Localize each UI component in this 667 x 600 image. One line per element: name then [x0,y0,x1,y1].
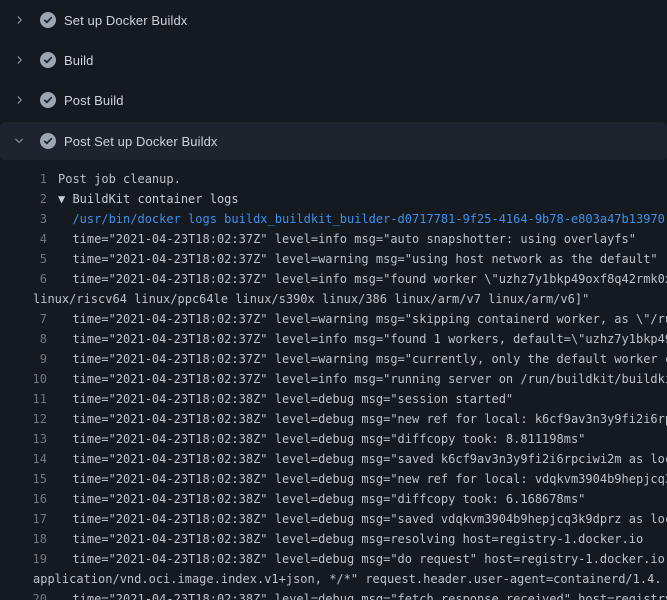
log-line: 16 time="2021-04-23T18:02:38Z" level=deb… [0,489,667,509]
log-line-text: time="2021-04-23T18:02:38Z" level=debug … [58,469,667,489]
log-line-text: time="2021-04-23T18:02:38Z" level=debug … [58,529,643,549]
log-line-text: time="2021-04-23T18:02:38Z" level=debug … [58,429,585,449]
log-line-number[interactable]: 3 [0,209,47,229]
check-circle-icon [40,92,56,108]
log-line: 12 time="2021-04-23T18:02:38Z" level=deb… [0,409,667,429]
log-line: 19 time="2021-04-23T18:02:38Z" level=deb… [0,549,667,569]
log-line-text: linux/riscv64 linux/ppc64le linux/s390x … [33,289,589,309]
log-line: 2 ▼ BuildKit container logs [0,189,667,209]
step-header-build[interactable]: Build [0,40,667,80]
log-group-toggle[interactable]: ▼ BuildKit container logs [58,189,239,209]
log-line-text: time="2021-04-23T18:02:38Z" level=debug … [58,589,667,600]
log-line: 13 time="2021-04-23T18:02:38Z" level=deb… [0,429,667,449]
log-line-number[interactable]: 19 [0,549,47,569]
log-line-text: time="2021-04-23T18:02:38Z" level=debug … [58,409,667,429]
log-line: 9 time="2021-04-23T18:02:37Z" level=warn… [0,349,667,369]
log-line-text: time="2021-04-23T18:02:38Z" level=debug … [58,389,513,409]
log-line-text: time="2021-04-23T18:02:38Z" level=debug … [58,449,667,469]
log-line: 15 time="2021-04-23T18:02:38Z" level=deb… [0,469,667,489]
log-line-number[interactable]: 13 [0,429,47,449]
log-line: application/vnd.oci.image.index.v1+json,… [0,569,667,589]
log-line: 17 time="2021-04-23T18:02:38Z" level=deb… [0,509,667,529]
step-title: Set up Docker Buildx [64,13,187,28]
log-line-text: time="2021-04-23T18:02:37Z" level=info m… [58,269,667,289]
log-line-number[interactable]: 1 [0,169,47,189]
check-circle-icon [40,12,56,28]
log-line: linux/riscv64 linux/ppc64le linux/s390x … [0,289,667,309]
log-line-number[interactable]: 17 [0,509,47,529]
log-line-number[interactable]: 18 [0,529,47,549]
log-line: 14 time="2021-04-23T18:02:38Z" level=deb… [0,449,667,469]
log-line-text: application/vnd.oci.image.index.v1+json,… [33,569,662,589]
check-circle-icon [40,133,56,149]
step-title: Build [64,53,93,68]
log-line-text: time="2021-04-23T18:02:38Z" level=debug … [58,509,667,529]
log-line-text: time="2021-04-23T18:02:38Z" level=debug … [58,489,585,509]
log-line-text: time="2021-04-23T18:02:37Z" level=warnin… [58,249,658,269]
log-line-number[interactable]: 20 [0,589,47,600]
log-line-number[interactable]: 6 [0,269,47,289]
log-line-number[interactable]: 8 [0,329,47,349]
step-header-post-build[interactable]: Post Build [0,80,667,120]
log-line-text: time="2021-04-23T18:02:37Z" level=warnin… [58,349,667,369]
step-list: Set up Docker Buildx Build [0,0,667,160]
log-line: 10 time="2021-04-23T18:02:37Z" level=inf… [0,369,667,389]
step-title: Post Build [64,93,124,108]
log-line-text: time="2021-04-23T18:02:37Z" level=info m… [58,329,667,349]
log-line-text: time="2021-04-23T18:02:38Z" level=debug … [58,549,667,569]
log-line-number[interactable]: 12 [0,409,47,429]
log-line-number[interactable]: 14 [0,449,47,469]
log-line-text: time="2021-04-23T18:02:37Z" level=info m… [58,229,636,249]
log-line: 18 time="2021-04-23T18:02:38Z" level=deb… [0,529,667,549]
log-line-number[interactable]: 16 [0,489,47,509]
log-line-number[interactable]: 15 [0,469,47,489]
log-area: 1 Post job cleanup. 2 ▼ BuildKit contain… [0,160,667,600]
log-line: 4 time="2021-04-23T18:02:37Z" level=info… [0,229,667,249]
actions-log-viewer: Set up Docker Buildx Build [0,0,667,600]
log-line-number[interactable]: 4 [0,229,47,249]
log-line: 3 /usr/bin/docker logs buildx_buildkit_b… [0,209,667,229]
chevron-down-icon [13,135,25,147]
step-title: Post Set up Docker Buildx [64,134,218,149]
log-line-number[interactable]: 2 [0,189,47,209]
log-line: 1 Post job cleanup. [0,169,667,189]
log-line-number[interactable]: 7 [0,309,47,329]
log-line-number[interactable]: 11 [0,389,47,409]
log-line: 7 time="2021-04-23T18:02:37Z" level=warn… [0,309,667,329]
log-line-number[interactable]: 5 [0,249,47,269]
step-header-post-set-up-docker-buildx[interactable]: Post Set up Docker Buildx [0,122,667,160]
command-line-text: /usr/bin/docker logs buildx_buildkit_bui… [58,209,665,229]
chevron-right-icon [13,94,25,106]
log-line: 5 time="2021-04-23T18:02:37Z" level=warn… [0,249,667,269]
log-line: 11 time="2021-04-23T18:02:38Z" level=deb… [0,389,667,409]
chevron-right-icon [13,54,25,66]
step-header-set-up-docker-buildx[interactable]: Set up Docker Buildx [0,0,667,40]
log-line: 20 time="2021-04-23T18:02:38Z" level=deb… [0,589,667,600]
log-line-text: time="2021-04-23T18:02:37Z" level=warnin… [58,309,667,329]
check-circle-icon [40,52,56,68]
log-line-text: time="2021-04-23T18:02:37Z" level=info m… [58,369,667,389]
log-line: 6 time="2021-04-23T18:02:37Z" level=info… [0,269,667,289]
log-line-number[interactable]: 9 [0,349,47,369]
log-line-number[interactable]: 10 [0,369,47,389]
log-line: 8 time="2021-04-23T18:02:37Z" level=info… [0,329,667,349]
log-line-text: Post job cleanup. [58,169,181,189]
chevron-right-icon [13,14,25,26]
